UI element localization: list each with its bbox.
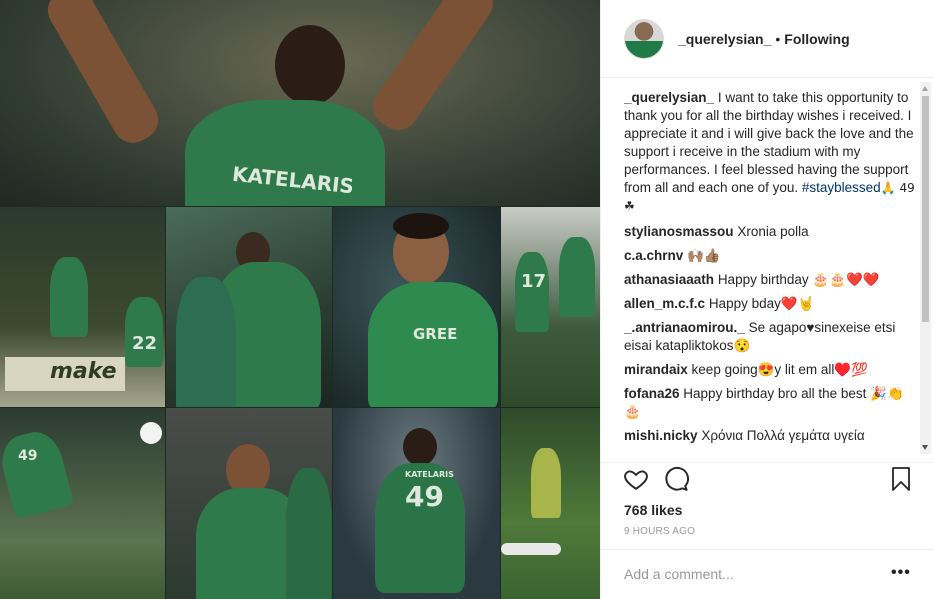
comment-text: Χρόνια Πολλά γεμάτα υγεία <box>701 428 865 443</box>
jersey-name-back: KATELARIS <box>405 470 454 479</box>
caption-hashtag[interactable]: #stayblessed <box>802 180 881 195</box>
bookmark-icon[interactable] <box>889 466 913 492</box>
comment-text: 🙌🏽👍🏽 <box>687 248 721 263</box>
comments-list: _querelysian_ I want to take this opport… <box>624 88 916 454</box>
post-caption: _querelysian_ I want to take this opport… <box>624 89 916 215</box>
scroll-up-arrow-icon[interactable] <box>922 86 928 91</box>
comment-item: fofana26 Happy birthday bro all the best… <box>624 385 916 421</box>
caption-username[interactable]: _querelysian_ <box>624 90 714 105</box>
comment-item: stylianosmassou Xronia polla <box>624 223 916 241</box>
collage-tile-3: GREE <box>333 207 500 407</box>
jersey-number-17: 17 <box>521 271 547 292</box>
heart-icon[interactable] <box>623 466 649 492</box>
comment-username[interactable]: c.a.chrnv <box>624 248 683 263</box>
comment-username[interactable]: fofana26 <box>624 386 680 401</box>
comment-text: keep going😍y lit em all♥️💯 <box>691 362 869 377</box>
collage-tile-7: KATELARIS 49 <box>333 408 500 599</box>
jersey-number-22: 22 <box>132 333 158 354</box>
collage-tile-6 <box>166 408 332 599</box>
collage-tile-8 <box>501 408 600 599</box>
collage-tile-4: 17 <box>501 207 600 407</box>
comment-username[interactable]: _.antrianaomirou._ <box>624 320 745 335</box>
comments-scrollbar[interactable] <box>920 82 931 454</box>
more-options-icon[interactable]: ••• <box>891 564 911 582</box>
likes-count[interactable]: 768 likes <box>624 502 682 518</box>
comment-text: Xronia polla <box>737 224 809 239</box>
comment-username[interactable]: mishi.nicky <box>624 428 698 443</box>
add-comment-bar: ••• <box>601 549 934 599</box>
separator-dot: • <box>775 30 781 47</box>
comment-item: mirandaix keep going😍y lit em all♥️💯 <box>624 361 916 379</box>
comment-item: athanasiaaath Happy birthday 🎂🎂❤️❤️ <box>624 271 916 289</box>
comment-username[interactable]: stylianosmassou <box>624 224 734 239</box>
follow-button[interactable]: Following <box>784 31 849 47</box>
comment-input[interactable] <box>624 566 864 582</box>
comment-item: c.a.chrnv 🙌🏽👍🏽 <box>624 247 916 265</box>
post-photo-collage[interactable]: KATELARIS 22 make GREE 17 49 KATELARIS 4… <box>0 0 600 599</box>
comment-text: Happy birthday 🎂🎂❤️❤️ <box>717 272 880 287</box>
comment-username[interactable]: mirandaix <box>624 362 688 377</box>
collage-tile-5: 49 <box>0 408 165 599</box>
scroll-thumb[interactable] <box>922 96 929 322</box>
comment-icon[interactable] <box>663 466 689 492</box>
action-bar <box>601 462 934 500</box>
avatar[interactable] <box>624 18 664 59</box>
instagram-post-modal: KATELARIS 22 make GREE 17 49 KATELARIS 4… <box>0 0 934 599</box>
comment-username[interactable]: allen_m.c.f.c <box>624 296 705 311</box>
post-header: _querelysian_ • Following <box>601 0 934 78</box>
collage-tile-top: KATELARIS <box>0 0 600 206</box>
post-side-panel: _querelysian_ • Following _querelysian_ … <box>600 0 934 599</box>
comment-text: Happy bday❤️🤘 <box>708 296 815 311</box>
comment-item: _.antrianaomirou._ Se agapo♥sinexeise et… <box>624 319 916 355</box>
collage-tile-1: 22 make <box>0 207 165 407</box>
scroll-down-arrow-icon[interactable] <box>922 445 928 450</box>
collage-tile-2 <box>166 207 332 407</box>
banner-text: make <box>50 359 117 384</box>
jersey-number-49: 49 <box>405 480 444 513</box>
comment-item: allen_m.c.f.c Happy bday❤️🤘 <box>624 295 916 313</box>
comment-username[interactable]: athanasiaaath <box>624 272 714 287</box>
comment-item: mishi.nicky Χρόνια Πολλά γεμάτα υγεία <box>624 427 916 445</box>
post-timestamp[interactable]: 9 HOURS AGO <box>624 526 695 537</box>
header-username[interactable]: _querelysian_ <box>678 31 771 47</box>
